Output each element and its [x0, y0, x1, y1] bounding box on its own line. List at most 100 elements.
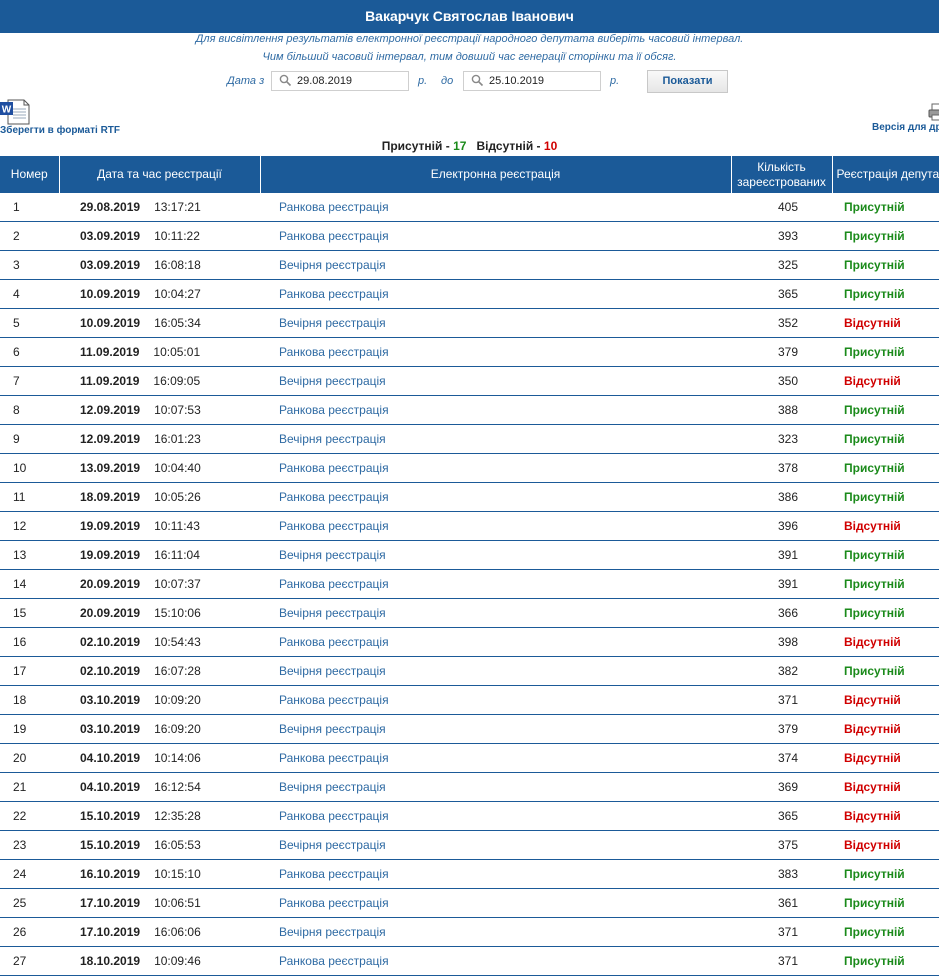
table-row: 26 17.10.2019 16:06:06 Вечірня реєстрація 37…: [0, 917, 939, 947]
registration-link[interactable]: Ранкова реєстрація: [260, 511, 731, 541]
row-datetime: 11.09.2019 10:05:01: [59, 337, 260, 367]
word-document-icon: W: [0, 99, 30, 125]
deputy-status: Відсутній: [832, 830, 939, 860]
registration-link[interactable]: Ранкова реєстрація: [260, 743, 731, 773]
table-row: 16 02.10.2019 10:54:43 Ранкова реєстрація 39…: [0, 627, 939, 657]
date-to-value: 25.10.2019: [489, 75, 545, 87]
registration-link[interactable]: Ранкова реєстрація: [260, 946, 731, 976]
deputy-status: Відсутній: [832, 627, 939, 657]
print-version-link[interactable]: Версія для друку: [860, 100, 939, 140]
row-date: 10.09.2019: [80, 287, 141, 301]
row-time: 16:11:04: [154, 548, 200, 562]
registered-count: 350: [731, 366, 832, 396]
registered-count: 379: [731, 714, 832, 744]
registration-link[interactable]: Ранкова реєстрація: [260, 221, 731, 251]
show-button[interactable]: Показати: [647, 70, 728, 93]
registered-count: 391: [731, 540, 832, 570]
registered-count: 386: [731, 482, 832, 512]
row-datetime: 02.10.2019 16:07:28: [59, 656, 260, 686]
registration-link[interactable]: Ранкова реєстрація: [260, 627, 731, 657]
registration-link[interactable]: Вечірня реєстрація: [260, 250, 731, 280]
row-time: 10:09:20: [154, 693, 201, 707]
registered-count: 371: [731, 685, 832, 715]
registration-link[interactable]: Ранкова реєстрація: [260, 453, 731, 483]
row-time: 10:09:46: [154, 954, 201, 968]
registration-link[interactable]: Ранкова реєстрація: [260, 859, 731, 889]
column-header-count: Кількість зареєстрованих: [731, 156, 833, 193]
row-date: 15.10.2019: [80, 809, 141, 823]
deputy-status: Присутній: [832, 540, 939, 570]
row-time: 10:54:43: [154, 635, 201, 649]
registration-link[interactable]: Ранкова реєстрація: [260, 193, 731, 222]
row-time: 10:06:51: [154, 896, 201, 910]
deputy-status: Відсутній: [832, 511, 939, 541]
row-number: 1: [0, 193, 59, 222]
row-date: 19.09.2019: [80, 519, 141, 533]
deputy-status: Присутній: [832, 424, 939, 454]
registration-link[interactable]: Вечірня реєстрація: [260, 308, 731, 338]
registration-link[interactable]: Вечірня реєстрація: [260, 598, 731, 628]
info-text-line-1: Для висвітлення результатів електронної …: [195, 33, 744, 45]
row-date: 13.09.2019: [80, 461, 141, 475]
registration-link[interactable]: Вечірня реєстрація: [260, 917, 731, 947]
registered-count: 371: [731, 917, 832, 947]
row-date: 03.10.2019: [80, 693, 141, 707]
registered-count: 396: [731, 511, 832, 541]
registration-link[interactable]: Ранкова реєстрація: [260, 569, 731, 599]
row-date: 12.09.2019: [80, 403, 141, 417]
registered-count: 371: [731, 946, 832, 976]
row-date: 19.09.2019: [80, 548, 141, 562]
row-number: 17: [0, 656, 59, 686]
deputy-status: Відсутній: [832, 714, 939, 744]
date-to-input[interactable]: 25.10.2019: [463, 71, 601, 91]
magnifier-icon: [279, 74, 292, 87]
row-datetime: 03.09.2019 16:08:18: [59, 250, 260, 280]
registered-count: 398: [731, 627, 832, 657]
date-filter-form: Дата з 29.08.2019 р. до 25.10.2019 р. По…: [0, 70, 939, 94]
row-number: 9: [0, 424, 59, 454]
registration-link[interactable]: Вечірня реєстрація: [260, 540, 731, 570]
deputy-status: Відсутній: [832, 366, 939, 396]
registration-link[interactable]: Вечірня реєстрація: [260, 366, 731, 396]
row-date: 17.10.2019: [80, 896, 141, 910]
row-number: 21: [0, 772, 59, 802]
row-number: 4: [0, 279, 59, 309]
registration-link[interactable]: Ранкова реєстрація: [260, 337, 731, 367]
row-number: 25: [0, 888, 59, 918]
registration-link[interactable]: Ранкова реєстрація: [260, 888, 731, 918]
save-rtf-link[interactable]: W Зберегти в форматі RTF: [0, 99, 120, 139]
registration-link[interactable]: Ранкова реєстрація: [260, 279, 731, 309]
row-number: 10: [0, 453, 59, 483]
row-time: 16:08:18: [154, 258, 201, 272]
registration-link[interactable]: Вечірня реєстрація: [260, 830, 731, 860]
registration-link[interactable]: Вечірня реєстрація: [260, 714, 731, 744]
registration-link[interactable]: Ранкова реєстрація: [260, 395, 731, 425]
table-row: 13 19.09.2019 16:11:04 Вечірня реєстрація 39…: [0, 540, 939, 570]
deputy-status: Присутній: [832, 337, 939, 367]
registered-count: 352: [731, 308, 832, 338]
table-row: 12 19.09.2019 10:11:43 Ранкова реєстрація 39…: [0, 511, 939, 541]
registration-link[interactable]: Ранкова реєстрація: [260, 801, 731, 831]
table-row: 3 03.09.2019 16:08:18 Вечірня реєстрація 325…: [0, 250, 939, 280]
table-row: 4 10.09.2019 10:04:27 Ранкова реєстрація 365…: [0, 279, 939, 309]
save-rtf-label: Зберегти в форматі RTF: [0, 125, 121, 136]
row-date: 03.09.2019: [80, 258, 141, 272]
row-number: 26: [0, 917, 59, 947]
table-row: 14 20.09.2019 10:07:37 Ранкова реєстрація 39…: [0, 569, 939, 599]
deputy-status: Присутній: [832, 859, 939, 889]
registration-link[interactable]: Вечірня реєстрація: [260, 772, 731, 802]
row-number: 22: [0, 801, 59, 831]
registration-link[interactable]: Вечірня реєстрація: [260, 656, 731, 686]
row-datetime: 19.09.2019 16:11:04: [59, 540, 260, 570]
row-datetime: 02.10.2019 10:54:43: [59, 627, 260, 657]
registration-link[interactable]: Вечірня реєстрація: [260, 424, 731, 454]
table-row: 10 13.09.2019 10:04:40 Ранкова реєстрація 37…: [0, 453, 939, 483]
registered-count: 369: [731, 772, 832, 802]
registration-link[interactable]: Ранкова реєстрація: [260, 685, 731, 715]
registration-link[interactable]: Ранкова реєстрація: [260, 482, 731, 512]
row-number: 6: [0, 337, 59, 367]
table-row: 21 04.10.2019 16:12:54 Вечірня реєстрація 36…: [0, 772, 939, 802]
row-time: 10:15:10: [154, 867, 201, 881]
registered-count: 378: [731, 453, 832, 483]
date-from-input[interactable]: 29.08.2019: [271, 71, 409, 91]
